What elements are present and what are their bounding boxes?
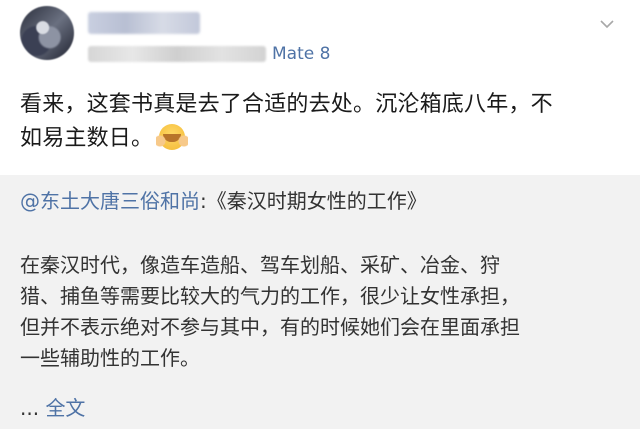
chevron-down-icon[interactable] — [600, 17, 614, 31]
device-source: Mate 8 — [272, 44, 331, 64]
avatar[interactable] — [20, 6, 74, 60]
full-text-link[interactable]: 全文 — [45, 396, 85, 420]
body-line: 在秦汉时代，像造车造船、驾车划船、采矿、冶金、狩 — [20, 253, 500, 277]
read-more: ... 全文 — [20, 394, 85, 422]
quoted-post-body: 在秦汉时代，像造车造船、驾车划船、采矿、冶金、狩 猎、捕鱼等需要比较大的气力的工… — [20, 250, 620, 374]
mention-link[interactable]: @东土大唐三俗和尚 — [20, 189, 200, 213]
quoted-title-text: 《秦汉时期女性的工作》 — [206, 189, 427, 213]
post-text-line-1: 看来，这套书真是去了合适的去处。沉沦箱底八年，不 — [20, 92, 553, 117]
body-line: 一些辅助性的工作。 — [20, 346, 200, 370]
post-text-line-2-wrap: 如易主数日。 — [20, 122, 624, 156]
quoted-post-card[interactable]: @东土大唐三俗和尚:《秦汉时期女性的工作》 在秦汉时代，像造车造船、驾车划船、采… — [0, 175, 640, 429]
username-blurred[interactable] — [88, 12, 200, 34]
title-separator: : — [200, 189, 207, 213]
post-text-line-2: 如易主数日。 — [20, 126, 154, 151]
hugging-face-emoji-icon — [156, 124, 189, 150]
quoted-post-title: @东土大唐三俗和尚:《秦汉时期女性的工作》 — [20, 186, 427, 216]
ellipsis: ... — [20, 396, 40, 420]
post-time-blurred — [88, 46, 266, 62]
post-text: 看来，这套书真是去了合适的去处。沉沦箱底八年，不 如易主数日。 — [20, 88, 624, 156]
body-line: 猎、捕鱼等需要比较大的气力的工作，很少让女性承担， — [20, 284, 520, 308]
weibo-post: Mate 8 看来，这套书真是去了合适的去处。沉沦箱底八年，不 如易主数日。 @… — [0, 0, 640, 429]
body-line: 但并不表示绝对不参与其中，有的时候她们会在里面承担 — [20, 315, 520, 339]
